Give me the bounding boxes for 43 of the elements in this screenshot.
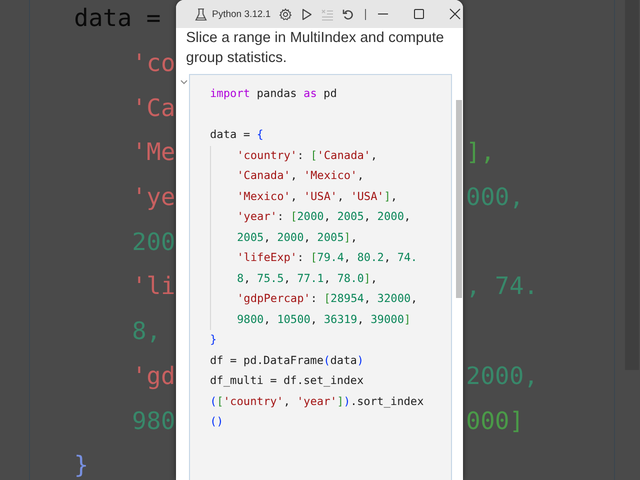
kernel-label[interactable]: Python 3.12.1 — [212, 8, 271, 20]
code-fragment: 2000, — [466, 362, 538, 390]
code-fragment: 'li — [132, 272, 176, 300]
code-fragment: 000] — [466, 406, 524, 435]
restart-icon[interactable] — [342, 8, 355, 20]
code-line: 'lifeExp': [79.4, 80.2, 74. — [237, 251, 418, 264]
beaker-icon — [195, 8, 207, 20]
code-fragment: ], — [466, 138, 495, 166]
code-fragment: 'ye — [132, 183, 176, 212]
play-icon[interactable] — [300, 8, 313, 20]
code-line: 'year': [2000, 2005, 2000, — [237, 210, 411, 223]
chevron-icon[interactable] — [180, 79, 188, 85]
code-line: import pandas as pd — [210, 87, 337, 100]
code-line: 'Mexico', 'USA', 'USA'], — [237, 190, 398, 202]
code-line: df_multi = df.set_index — [210, 374, 364, 387]
code-cell[interactable] — [189, 74, 452, 480]
code-line: 8, 75.5, 77.1, 78.0], — [237, 272, 378, 284]
code-line: 'country': ['Canada', — [237, 148, 378, 162]
maximize-icon[interactable] — [412, 8, 425, 20]
scrollbar[interactable] — [456, 100, 462, 298]
code-fragment: 980 — [132, 406, 176, 435]
close-icon[interactable] — [448, 8, 461, 20]
code-fragment: } — [74, 451, 88, 480]
code-fragment: 'gd — [132, 362, 176, 390]
code-line: df = pd.DataFrame(data) — [210, 354, 364, 366]
code-line: 2005, 2000, 2005], — [237, 230, 358, 244]
code-line: () — [210, 415, 224, 428]
code-fragment: data = — [74, 4, 161, 32]
code-fragment: 'Me — [132, 138, 176, 166]
code-fragment: , 74. — [466, 272, 538, 300]
code-fragment: 200 — [132, 228, 176, 256]
code-fragment: 000, — [466, 183, 524, 212]
code-line: 'Canada', 'Mexico', — [237, 169, 364, 182]
code-line: } — [210, 333, 217, 346]
code-fragment: 'Ca — [132, 94, 176, 122]
code-line: 9800, 10500, 36319, 39000] — [237, 312, 411, 326]
cell-description: Slice a range in MultiIndex and compute group statistics. — [185, 29, 445, 68]
code-line: data = { — [210, 128, 264, 141]
code-line: 'gdpPercap': [28954, 32000, — [237, 292, 418, 305]
settings-icon[interactable] — [278, 8, 292, 20]
code-fragment: 'co — [132, 49, 176, 78]
code-fragment: 8, — [132, 317, 161, 346]
code-line: (['country', 'year']).sort_index — [210, 394, 424, 408]
